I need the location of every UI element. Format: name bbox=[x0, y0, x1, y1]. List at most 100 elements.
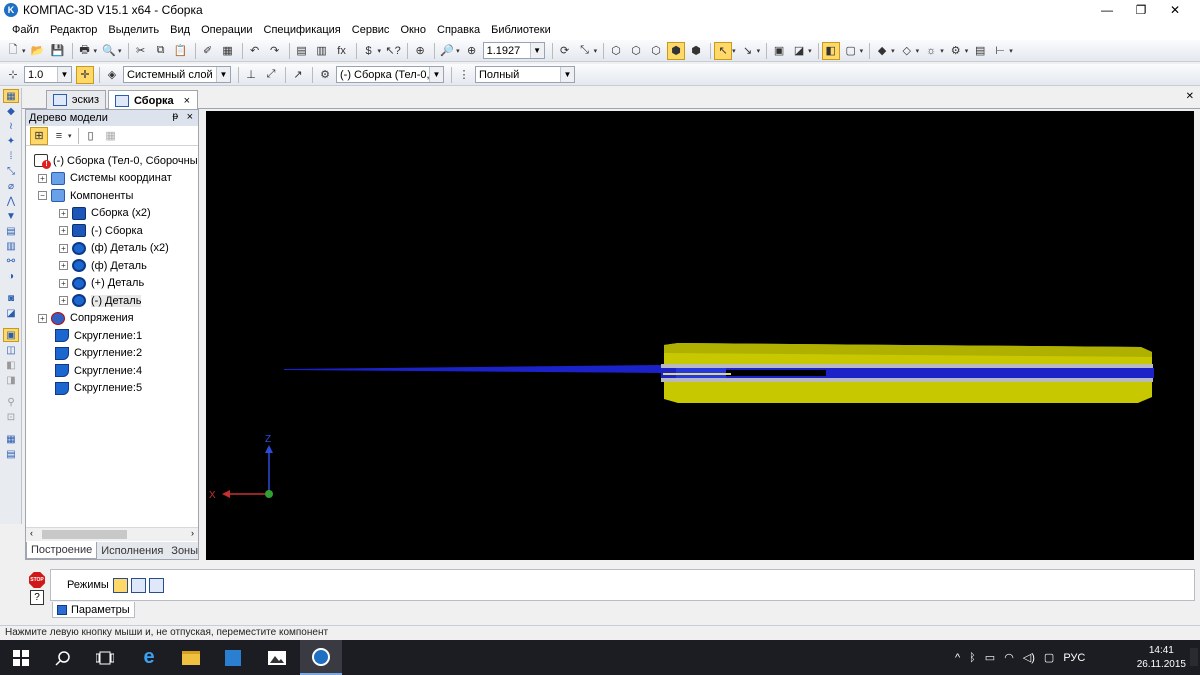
format-painter-icon[interactable]: ✐ bbox=[199, 42, 217, 60]
local-cs-icon[interactable]: ⤢ bbox=[262, 66, 280, 84]
function-icon[interactable]: fx bbox=[333, 42, 351, 60]
close-doc-icon[interactable]: ✕ bbox=[1186, 91, 1194, 102]
rotate-icon[interactable]: ⟳ bbox=[556, 42, 574, 60]
filter-icon[interactable]: ▼ bbox=[3, 209, 19, 223]
tree-node-fillet[interactable]: Скругление:1 bbox=[26, 327, 198, 345]
thin-lines-icon[interactable]: ⬡ bbox=[647, 42, 665, 60]
menu-help[interactable]: Справка bbox=[437, 24, 480, 36]
variables-icon[interactable]: ▥ bbox=[313, 42, 331, 60]
tree-node-fillet[interactable]: Скругление:2 bbox=[26, 345, 198, 363]
trajectory-icon[interactable]: ↘ bbox=[739, 42, 757, 60]
tab-parameters[interactable]: Параметры bbox=[52, 602, 135, 618]
new-document-icon[interactable]: 🗋 bbox=[4, 42, 22, 60]
expand-icon[interactable]: + bbox=[38, 313, 47, 323]
preview-icon[interactable]: 🔍 bbox=[100, 42, 118, 60]
close-tab-icon[interactable]: × bbox=[184, 95, 190, 107]
wireframe-icon[interactable]: ⬡ bbox=[607, 42, 625, 60]
pin-icon[interactable]: ᵽ bbox=[172, 111, 178, 122]
bluetooth-icon[interactable]: ᛒ bbox=[969, 652, 976, 664]
tab-construction[interactable]: Построение bbox=[26, 542, 98, 559]
tree-node-subassembly[interactable]: + (-) Сборка bbox=[26, 222, 198, 240]
close-panel-icon[interactable]: × bbox=[187, 111, 193, 123]
dropdown-arrow-icon[interactable]: ▾ bbox=[940, 47, 944, 55]
dropdown-arrow-icon[interactable]: ▾ bbox=[594, 47, 598, 55]
array-icon[interactable]: ⁞ bbox=[3, 149, 19, 163]
layer-icon[interactable]: ◈ bbox=[103, 66, 121, 84]
mode-collision-icon[interactable] bbox=[130, 577, 146, 593]
dropdown-arrow-icon[interactable]: ▾ bbox=[68, 132, 72, 140]
assembly-combo[interactable]: (-) Сборка (Тел-0, С ▼ bbox=[336, 66, 444, 83]
mate-mode-icon[interactable]: ▣ bbox=[3, 328, 19, 342]
library-icon[interactable]: ▦ bbox=[3, 432, 19, 446]
relations-icon[interactable]: ⚯ bbox=[3, 254, 19, 268]
tree-node-part[interactable]: + (+) Деталь bbox=[26, 275, 198, 293]
dropdown-arrow-icon[interactable]: ▾ bbox=[1009, 47, 1013, 55]
display-mode-combo[interactable]: Полный ▼ bbox=[475, 66, 575, 83]
mode-move-icon[interactable] bbox=[112, 577, 128, 593]
splitter[interactable] bbox=[199, 109, 206, 560]
library-manager-icon[interactable]: ▤ bbox=[3, 447, 19, 461]
dropdown-arrow-icon[interactable]: ▾ bbox=[965, 47, 969, 55]
step-icon[interactable]: ⊹ bbox=[4, 66, 22, 84]
orientation-plane-icon[interactable]: ↗ bbox=[289, 66, 307, 84]
notification-icon[interactable]: ▢ bbox=[1044, 651, 1054, 664]
tab-sketch[interactable]: эскиз bbox=[46, 90, 106, 109]
material-icon[interactable]: ◆ bbox=[873, 42, 891, 60]
dropdown-arrow-icon[interactable]: ▾ bbox=[808, 47, 812, 55]
redo-icon[interactable]: ↷ bbox=[266, 42, 284, 60]
dropdown-arrow-icon[interactable]: ▾ bbox=[456, 47, 460, 55]
chevron-down-icon[interactable]: ▼ bbox=[560, 67, 574, 82]
report-icon[interactable]: ▤ bbox=[971, 42, 989, 60]
dropdown-arrow-icon[interactable]: ▾ bbox=[757, 47, 761, 55]
help-pointer-icon[interactable]: ↖? bbox=[384, 42, 402, 60]
menu-select[interactable]: Выделить bbox=[108, 24, 159, 36]
language-indicator[interactable]: РУС bbox=[1063, 652, 1085, 664]
chevron-down-icon[interactable]: ▼ bbox=[529, 43, 544, 58]
clock[interactable]: 14:41 26.11.2015 bbox=[1137, 644, 1186, 672]
expand-icon[interactable]: + bbox=[59, 226, 68, 236]
zoom-combo[interactable]: 1.1927 ▼ bbox=[482, 42, 545, 59]
tree-node-fillet[interactable]: Скругление:5 bbox=[26, 380, 198, 398]
selection-filter-icon[interactable]: ↖ bbox=[714, 41, 733, 60]
tree-node-part[interactable]: + (ф) Деталь (x2) bbox=[26, 240, 198, 258]
halftone-icon[interactable]: ⬢ bbox=[667, 41, 686, 60]
dropdown-arrow-icon[interactable]: ▾ bbox=[860, 47, 864, 55]
dropdown-arrow-icon[interactable]: ▾ bbox=[916, 47, 920, 55]
wire-icon[interactable]: ⌀ bbox=[3, 179, 19, 193]
wifi-icon[interactable]: ◠ bbox=[1004, 651, 1014, 664]
report-side-icon[interactable]: ▥ bbox=[3, 239, 19, 253]
close-button[interactable]: ✕ bbox=[1158, 0, 1192, 20]
expand-icon[interactable]: + bbox=[59, 261, 68, 271]
orientation-icon[interactable]: ⤡ bbox=[576, 42, 594, 60]
display-mode-icon[interactable]: ⋮ bbox=[455, 66, 473, 84]
mode-gravity-icon[interactable] bbox=[148, 577, 164, 593]
menu-specification[interactable]: Спецификация bbox=[264, 24, 341, 36]
show-desktop-button[interactable] bbox=[1190, 648, 1198, 666]
halftone-edges-icon[interactable]: ⬢ bbox=[687, 42, 705, 60]
tree-node-root[interactable]: (-) Сборка (Тел-0, Сборочны bbox=[26, 152, 198, 170]
dropdown-arrow-icon[interactable]: ▾ bbox=[732, 47, 736, 55]
render-icon[interactable]: ⚙ bbox=[947, 42, 965, 60]
mate-icon[interactable]: ◫ bbox=[3, 343, 19, 357]
kompas-taskbar-icon[interactable] bbox=[300, 640, 342, 675]
3d-viewport[interactable]: Z X bbox=[206, 111, 1194, 560]
tab-assembly[interactable]: Сборка × bbox=[108, 90, 198, 110]
menu-operations[interactable]: Операции bbox=[201, 24, 252, 36]
edit-in-place-icon[interactable]: ◧ bbox=[821, 41, 840, 60]
scroll-right-icon[interactable]: › bbox=[191, 528, 194, 538]
dropdown-arrow-icon[interactable]: ▾ bbox=[94, 47, 98, 55]
tree-node-part[interactable]: + (ф) Деталь bbox=[26, 257, 198, 275]
zoom-in-icon[interactable]: ⊕ bbox=[463, 42, 481, 60]
measure-side-icon[interactable]: ⋀ bbox=[3, 194, 19, 208]
lighting-icon[interactable]: ☼ bbox=[922, 42, 940, 60]
windows-start-icon[interactable] bbox=[0, 640, 42, 675]
layer-combo[interactable]: Системный слой (0) ▼ bbox=[123, 66, 231, 83]
tree-order-icon[interactable]: ≡ bbox=[50, 127, 68, 145]
minimize-button[interactable]: — bbox=[1090, 0, 1124, 20]
volume-icon[interactable]: ◁) bbox=[1023, 651, 1035, 664]
expand-icon[interactable]: + bbox=[59, 208, 68, 218]
horizontal-scrollbar[interactable]: ‹ › bbox=[26, 527, 198, 541]
zoom-window-icon[interactable]: ⊕ bbox=[411, 42, 429, 60]
menu-edit[interactable]: Редактор bbox=[50, 24, 97, 36]
scroll-left-icon[interactable]: ‹ bbox=[30, 528, 33, 538]
